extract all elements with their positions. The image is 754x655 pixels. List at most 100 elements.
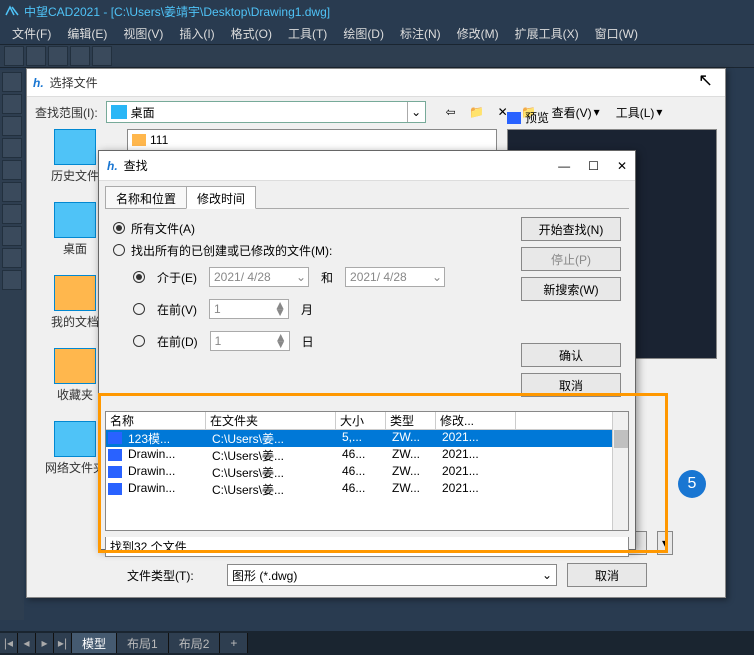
menu-insert[interactable]: 插入(I) — [173, 23, 220, 44]
results-status: 找到32 个文件 — [105, 537, 629, 557]
results-list[interactable]: 名称 在文件夹 大小 类型 修改... 123模... C:\Users\姜..… — [105, 411, 629, 531]
toolbar-button[interactable] — [48, 46, 68, 66]
tab-modify-time[interactable]: 修改时间 — [186, 186, 256, 209]
toolbar-button[interactable] — [92, 46, 112, 66]
tool-button[interactable] — [2, 72, 22, 92]
tool-button[interactable] — [2, 270, 22, 290]
tool-button[interactable] — [2, 138, 22, 158]
file-icon — [108, 432, 122, 444]
menu-view[interactable]: 视图(V) — [117, 23, 169, 44]
find-title: 查找 — [124, 157, 148, 174]
tool-button[interactable] — [2, 226, 22, 246]
lookup-label: 查找范围(I): — [35, 104, 98, 121]
scrollbar-thumb[interactable] — [614, 430, 628, 448]
menu-file[interactable]: 文件(F) — [6, 23, 57, 44]
tab-last-button[interactable]: ▸| — [54, 633, 72, 653]
toolbar-button[interactable] — [70, 46, 90, 66]
lookup-combo[interactable]: 桌面 ⌄ — [106, 101, 426, 123]
results-header: 名称 在文件夹 大小 类型 修改... — [106, 412, 628, 430]
col-size[interactable]: 大小 — [336, 412, 386, 429]
tab-add[interactable]: + — [220, 633, 248, 653]
back-button[interactable]: ⇦ — [440, 102, 462, 122]
result-row[interactable]: Drawin... C:\Users\姜... 46... ZW... 2021… — [106, 481, 628, 498]
tool-button[interactable] — [2, 248, 22, 268]
find-dialog: h. 查找 — ☐ ✕ 名称和位置 修改时间 所有文件(A) 找出所有的已创建或… — [98, 150, 636, 550]
view-menu[interactable]: 查看(V)▾ — [548, 102, 604, 123]
scrollbar[interactable] — [612, 412, 628, 530]
toolbar-button[interactable] — [26, 46, 46, 66]
file-item[interactable]: 111 — [128, 130, 496, 150]
tab-prev-button[interactable]: ◂ — [18, 633, 36, 653]
callout-badge: 5 — [678, 470, 706, 498]
left-toolbar — [0, 70, 24, 620]
tab-layout1[interactable]: 布局1 — [117, 633, 169, 653]
tools-menu[interactable]: 工具(L)▾ — [612, 102, 667, 123]
app-logo-icon — [4, 3, 20, 19]
find-tabs: 名称和位置 修改时间 — [105, 185, 629, 209]
file-icon — [108, 449, 122, 461]
dialog-logo-icon: h. — [33, 76, 44, 90]
radio-between[interactable] — [133, 271, 145, 283]
dialog-logo-icon: h. — [107, 159, 118, 173]
app-title: 中望CAD2021 - [C:\Users\姜靖宇\Desktop\Drawin… — [24, 3, 330, 20]
radio-before-month[interactable] — [133, 303, 145, 315]
tool-button[interactable] — [2, 94, 22, 114]
network-icon — [54, 421, 96, 457]
stop-button: 停止(P) — [521, 247, 621, 271]
find-titlebar[interactable]: h. 查找 — ☐ ✕ — [99, 151, 635, 181]
tool-button[interactable] — [2, 116, 22, 136]
chevron-down-icon: ⌄ — [430, 270, 444, 284]
radio-all-files[interactable] — [113, 222, 125, 234]
tool-button[interactable] — [2, 182, 22, 202]
result-row[interactable]: 123模... C:\Users\姜... 5,... ZW... 2021..… — [106, 430, 628, 447]
toolbar-button[interactable] — [4, 46, 24, 66]
chevron-down-icon[interactable]: ⌄ — [538, 568, 556, 582]
tab-next-button[interactable]: ▸ — [36, 633, 54, 653]
days-spinner[interactable]: 1▲▼ — [210, 331, 290, 351]
col-name[interactable]: 名称 — [106, 412, 206, 429]
new-search-button[interactable]: 新搜索(W) — [521, 277, 621, 301]
cancel-button[interactable]: 取消 — [567, 563, 647, 587]
tool-button[interactable] — [2, 204, 22, 224]
date-from-input[interactable]: 2021/ 4/28⌄ — [209, 267, 309, 287]
menu-dimension[interactable]: 标注(N) — [394, 23, 447, 44]
tab-first-button[interactable]: |◂ — [0, 633, 18, 653]
menu-tools[interactable]: 工具(T) — [282, 23, 333, 44]
cancel-button[interactable]: 取消 — [521, 373, 621, 397]
chevron-down-icon: ⌄ — [294, 270, 308, 284]
chevron-down-icon[interactable]: ⌄ — [407, 102, 425, 122]
minimize-button[interactable]: — — [558, 159, 570, 173]
start-find-button[interactable]: 开始查找(N) — [521, 217, 621, 241]
maximize-button[interactable]: ☐ — [588, 159, 599, 173]
ok-button[interactable]: 确认 — [521, 343, 621, 367]
result-row[interactable]: Drawin... C:\Users\姜... 46... ZW... 2021… — [106, 447, 628, 464]
tab-model[interactable]: 模型 — [72, 633, 117, 653]
open-dropdown-button[interactable]: ▾ — [657, 531, 673, 555]
chevron-down-icon: ▾ — [656, 105, 662, 119]
months-spinner[interactable]: 1▲▼ — [209, 299, 289, 319]
col-folder[interactable]: 在文件夹 — [206, 412, 336, 429]
menu-format[interactable]: 格式(O) — [225, 23, 278, 44]
tab-name-location[interactable]: 名称和位置 — [105, 186, 187, 209]
filetype-combo[interactable]: 图形 (*.dwg) ⌄ — [227, 564, 557, 586]
file-icon — [108, 483, 122, 495]
menu-draw[interactable]: 绘图(D) — [337, 23, 390, 44]
tab-layout2[interactable]: 布局2 — [169, 633, 221, 653]
tool-button[interactable] — [2, 160, 22, 180]
close-button[interactable]: ✕ — [617, 159, 627, 173]
favorites-icon — [54, 348, 96, 384]
date-to-input[interactable]: 2021/ 4/28⌄ — [345, 267, 445, 287]
up-button[interactable]: 📁 — [466, 102, 488, 122]
result-row[interactable]: Drawin... C:\Users\姜... 46... ZW... 2021… — [106, 464, 628, 481]
model-layout-tabs: |◂ ◂ ▸ ▸| 模型 布局1 布局2 + — [0, 631, 754, 655]
radio-before-day[interactable] — [133, 335, 145, 347]
menu-edit[interactable]: 编辑(E) — [61, 23, 113, 44]
col-type[interactable]: 类型 — [386, 412, 436, 429]
radio-find-created[interactable] — [113, 244, 125, 256]
preview-header: 预览 — [507, 109, 549, 126]
documents-icon — [54, 275, 96, 311]
menu-window[interactable]: 窗口(W) — [589, 23, 644, 44]
col-mod[interactable]: 修改... — [436, 412, 516, 429]
menu-modify[interactable]: 修改(M) — [451, 23, 505, 44]
menu-extension[interactable]: 扩展工具(X) — [509, 23, 585, 44]
